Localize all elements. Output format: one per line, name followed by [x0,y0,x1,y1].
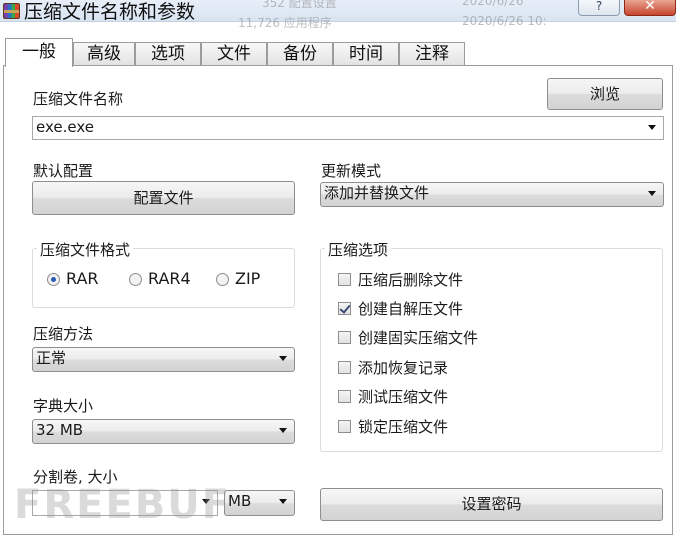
compression-method-label: 压缩方法 [33,325,94,343]
tab-options[interactable]: 选项 [135,42,201,65]
archive-name-combo[interactable]: exe.exe [32,116,664,140]
radio-rar[interactable] [47,273,60,286]
compression-method-value: 正常 [36,349,67,367]
checkbox-create-sfx[interactable] [338,302,351,315]
dictionary-size-value: 32 MB [36,421,84,439]
archive-name-value: exe.exe [36,118,94,136]
radio-zip-label[interactable]: ZIP [235,269,260,288]
checkbox-recovery-record-label[interactable]: 添加恢复记录 [358,357,448,378]
chevron-down-icon[interactable] [648,125,656,130]
checkbox-delete-after-label[interactable]: 压缩后删除文件 [358,269,463,290]
update-mode-select[interactable]: 添加并替换文件 [320,182,664,207]
default-profile-label: 默认配置 [33,162,94,180]
dictionary-size-label: 字典大小 [33,397,94,415]
update-mode-label: 更新模式 [321,162,382,180]
archive-name-label: 压缩文件名称 [33,90,124,108]
tab-comment[interactable]: 注释 [399,42,465,65]
freebuf-watermark: FREEBUF [14,482,232,528]
checkbox-test-archive[interactable] [338,390,351,403]
checkbox-create-sfx-label[interactable]: 创建自解压文件 [358,298,463,319]
winrar-icon [3,3,20,19]
dictionary-size-select[interactable]: 32 MB [32,419,295,444]
update-mode-value: 添加并替换文件 [324,184,430,202]
browse-button[interactable]: 浏览 [547,78,663,110]
checkbox-recovery-record[interactable] [338,361,351,374]
archive-options-legend: 压缩选项 [325,239,392,260]
archive-format-legend: 压缩文件格式 [37,239,134,260]
radio-rar-label[interactable]: RAR [66,269,99,288]
compression-method-select[interactable]: 正常 [32,347,295,372]
set-password-button[interactable]: 设置密码 [320,488,663,521]
checkbox-test-archive-label[interactable]: 测试压缩文件 [358,386,448,407]
profiles-button[interactable]: 配置文件 [32,181,295,215]
chevron-down-icon [279,428,287,433]
checkbox-lock-archive[interactable] [338,420,351,433]
checkbox-solid-archive[interactable] [338,331,351,344]
radio-zip[interactable] [216,273,229,286]
split-unit-value: MB [228,492,252,510]
chevron-down-icon [648,191,656,196]
radio-rar4[interactable] [129,273,142,286]
checkbox-delete-after[interactable] [338,273,351,286]
chevron-down-icon [279,499,287,504]
close-button[interactable]: ✕ [624,0,676,16]
tab-time[interactable]: 时间 [333,42,399,65]
background-file-row: 352 配置设置 [262,0,337,10]
background-file-date: 2020/6/26 [462,0,524,8]
tab-advanced[interactable]: 高级 [73,42,135,65]
checkbox-lock-archive-label[interactable]: 锁定压缩文件 [358,416,448,437]
tab-general[interactable]: 一般 [5,38,73,67]
split-unit-select[interactable]: MB [224,490,295,516]
window-title: 压缩文件名称和参数 [24,1,196,23]
chevron-down-icon [279,356,287,361]
radio-rar4-label[interactable]: RAR4 [148,269,191,288]
tab-backup[interactable]: 备份 [267,42,333,65]
help-button[interactable]: ? [578,0,620,16]
checkbox-solid-archive-label[interactable]: 创建固实压缩文件 [358,327,478,348]
background-file-row: 11,726 应用程序 [238,16,332,30]
background-file-date: 2020/6/26 10: [462,14,547,28]
tab-files[interactable]: 文件 [201,42,267,65]
